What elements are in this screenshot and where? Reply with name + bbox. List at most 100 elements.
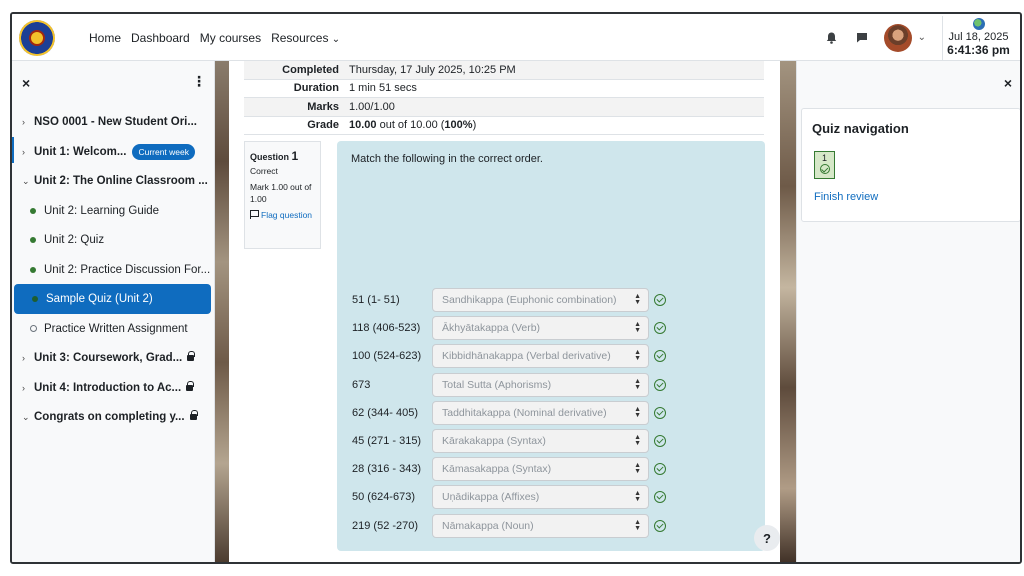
- summary-key: Marks: [307, 100, 339, 113]
- course-index-item[interactable]: Unit 2: Quiz: [12, 225, 215, 255]
- course-index-item-label: Unit 2: Quiz: [44, 234, 105, 246]
- match-stem: 100 (524-623): [352, 350, 422, 363]
- match-answer-select[interactable]: Sandhikappa (Euphonic combination) ▲ ▼: [432, 288, 649, 312]
- match-row: 28 (316 - 343) Kāmasakappa (Syntax) ▲ ▼: [352, 457, 682, 482]
- question-number: Question 1: [250, 148, 315, 165]
- grade-score: 10.00: [349, 119, 377, 132]
- summary-key: Completed: [282, 63, 339, 76]
- close-quiz-nav-icon[interactable]: ×: [1004, 75, 1012, 91]
- match-answer-value: Kārakakappa (Syntax): [442, 435, 546, 447]
- chevron-down-icon: ⌄: [331, 33, 341, 45]
- course-index-item[interactable]: ⌄ Unit 2: The Online Classroom ...: [12, 166, 215, 196]
- match-stem: 673: [352, 378, 371, 391]
- help-button[interactable]: ?: [754, 525, 780, 551]
- select-arrows-icon: ▲ ▼: [634, 377, 641, 391]
- select-arrows-icon: ▲ ▼: [634, 462, 641, 476]
- correct-check-icon: [654, 294, 666, 306]
- primary-navigation: Home Dashboard My courses Resources ⌄: [84, 14, 345, 61]
- course-index-item-label: NSO 0001 - New Student Ori...: [34, 116, 197, 128]
- match-row: 219 (52 -270) Nāmakappa (Noun) ▲ ▼: [352, 513, 682, 538]
- close-drawer-icon[interactable]: ×: [22, 75, 30, 91]
- match-stem: 45 (271 - 315): [352, 435, 422, 447]
- match-answer-select[interactable]: Kibbidhānakappa (Verbal derivative) ▲ ▼: [432, 344, 649, 369]
- quiz-nav-question-button[interactable]: 1: [814, 151, 835, 179]
- course-index-item[interactable]: Unit 2: Practice Discussion For...: [12, 255, 215, 285]
- match-answer-select[interactable]: Kāmasakappa (Syntax) ▲ ▼: [432, 457, 649, 482]
- course-index-item[interactable]: › NSO 0001 - New Student Ori...: [12, 107, 215, 137]
- correct-check-icon: [819, 164, 830, 174]
- course-index-item-label: Practice Written Assignment: [44, 322, 188, 335]
- nav-my-courses[interactable]: My courses: [195, 31, 266, 45]
- match-answer-value: Total Sutta (Aphorisms): [442, 378, 552, 391]
- site-logo[interactable]: [19, 20, 55, 56]
- match-stem: 50 (624-673): [352, 491, 415, 504]
- correct-check-icon: [654, 406, 666, 419]
- course-index-item-label: Unit 2: Practice Discussion For...: [44, 263, 211, 276]
- course-index-item[interactable]: ⌄ Congrats on completing y...: [12, 402, 215, 432]
- quiz-nav-question-number: 1: [821, 153, 827, 163]
- select-arrows-icon: ▲ ▼: [634, 518, 641, 532]
- background-photo-right: [780, 61, 796, 562]
- question-number-value: 1: [291, 149, 299, 163]
- completion-done-icon: [30, 266, 36, 273]
- notifications-bell-icon[interactable]: [824, 30, 840, 46]
- dharma-wheel-icon: [29, 30, 45, 46]
- match-answer-select[interactable]: Kārakakappa (Syntax) ▲ ▼: [432, 429, 649, 453]
- course-index-item[interactable]: Sample Quiz (Unit 2): [14, 284, 211, 314]
- globe-icon: [972, 18, 985, 30]
- quiz-review-main: Completed Thursday, 17 July 2025, 10:25 …: [229, 61, 780, 562]
- course-index-item[interactable]: › Unit 1: Welcom... Current week: [12, 136, 215, 167]
- top-navbar: Home Dashboard My courses Resources ⌄ ⌄ …: [12, 14, 1020, 61]
- select-arrows-icon: ▲ ▼: [634, 434, 641, 447]
- chevron-right-icon[interactable]: ›: [22, 353, 34, 363]
- nav-dashboard[interactable]: Dashboard: [126, 31, 195, 45]
- summary-value: 1.00/1.00: [349, 100, 395, 113]
- completion-done-icon: [30, 207, 36, 214]
- summary-row-duration: Duration 1 min 51 secs: [244, 80, 764, 98]
- match-row: 118 (406-523) Ākhyātakappa (Verb) ▲ ▼: [352, 316, 682, 341]
- match-answer-select[interactable]: Taddhitakappa (Nominal derivative) ▲ ▼: [432, 400, 649, 425]
- current-section-indicator: [12, 136, 14, 163]
- match-stem: 62 (344- 405): [352, 406, 419, 419]
- lock-icon: [186, 380, 195, 391]
- course-index-item[interactable]: Unit 2: Learning Guide: [12, 196, 215, 226]
- user-menu-chevron-down-icon[interactable]: ⌄: [918, 32, 926, 43]
- chevron-right-icon[interactable]: ›: [22, 383, 34, 393]
- chevron-right-icon[interactable]: ›: [22, 147, 34, 157]
- drawer-options-kebab-icon[interactable]: ⋮: [192, 73, 206, 90]
- chevron-right-icon[interactable]: ›: [22, 117, 34, 127]
- course-index-item[interactable]: › Unit 4: Introduction to Ac...: [12, 373, 215, 403]
- match-answer-select[interactable]: Total Sutta (Aphorisms) ▲ ▼: [432, 372, 649, 397]
- course-index-drawer: × ⋮ › NSO 0001 - New Student Ori... › Unit …: [12, 61, 215, 562]
- select-arrows-icon: ▲ ▼: [634, 405, 641, 419]
- lock-icon: [187, 351, 196, 361]
- select-arrows-icon: ▲ ▼: [634, 490, 641, 504]
- navbar-right: ⌄ Jul 18, 2025 6:41:36 pm: [824, 14, 1020, 61]
- current-week-badge: Current week: [132, 143, 196, 160]
- question-state: Correct: [250, 166, 278, 177]
- question-label: Question: [250, 152, 290, 162]
- match-stem: 219 (52 -270): [352, 519, 419, 532]
- messages-chat-icon[interactable]: [854, 30, 870, 46]
- flag-question-link[interactable]: Flag question: [250, 209, 315, 221]
- user-avatar[interactable]: [883, 23, 912, 52]
- clock-date: Jul 18, 2025: [948, 31, 1009, 43]
- chevron-down-icon[interactable]: ⌄: [22, 176, 34, 187]
- match-answer-select[interactable]: Uṇādikappa (Affixes) ▲ ▼: [432, 485, 649, 510]
- course-index-item[interactable]: Practice Written Assignment: [12, 314, 215, 344]
- finish-review-link[interactable]: Finish review: [814, 191, 878, 203]
- nav-home[interactable]: Home: [84, 31, 126, 45]
- correct-check-icon: [654, 378, 666, 391]
- match-row: 62 (344- 405) Taddhitakappa (Nominal deri…: [352, 400, 682, 425]
- course-index-item-label: Congrats on completing y...: [34, 411, 185, 423]
- nav-resources[interactable]: Resources ⌄: [266, 31, 345, 45]
- match-answer-select[interactable]: Nāmakappa (Noun) ▲ ▼: [432, 513, 649, 538]
- correct-check-icon: [654, 519, 666, 532]
- correct-check-icon: [654, 491, 666, 504]
- course-index-item[interactable]: › Unit 3: Coursework, Grad...: [12, 343, 215, 373]
- browser-frame: Home Dashboard My courses Resources ⌄ ⌄ …: [10, 12, 1022, 564]
- completion-done-icon: [30, 237, 36, 243]
- chevron-down-icon[interactable]: ⌄: [22, 412, 34, 423]
- match-stem: 51 (1- 51): [352, 294, 400, 306]
- match-answer-select[interactable]: Ākhyātakappa (Verb) ▲ ▼: [432, 316, 649, 341]
